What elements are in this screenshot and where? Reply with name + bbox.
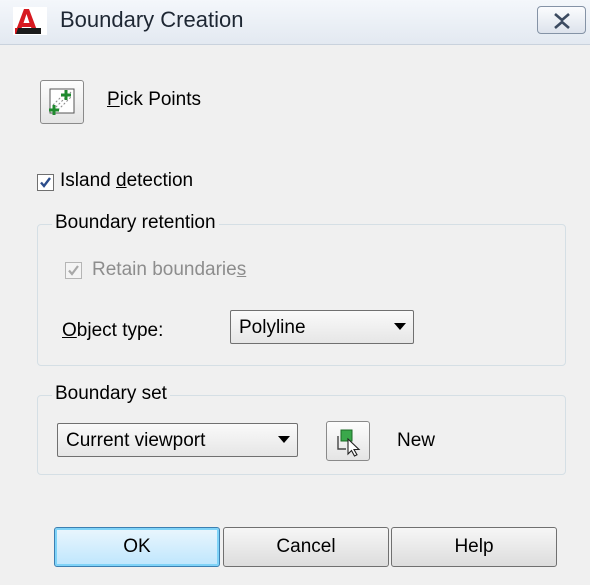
window-title: Boundary Creation: [60, 7, 244, 32]
chevron-down-icon: [278, 436, 290, 443]
close-icon: [554, 13, 570, 29]
checkmark-icon: [68, 265, 79, 276]
new-label: New: [397, 430, 436, 451]
new-selection-set-button[interactable]: [326, 421, 370, 461]
retain-boundaries-label[interactable]: Retain boundaries: [92, 259, 246, 281]
boundary-retention-title: Boundary retention: [52, 212, 219, 234]
island-detection-checkbox[interactable]: [37, 174, 54, 191]
title-bar: Boundary Creation: [0, 0, 590, 45]
cancel-button[interactable]: Cancel: [223, 527, 389, 567]
object-type-value: Polyline: [239, 317, 306, 338]
object-type-label: Object type:: [62, 320, 164, 341]
boundary-set-dropdown[interactable]: Current viewport: [57, 423, 298, 457]
select-objects-icon: [337, 429, 361, 457]
close-button[interactable]: [537, 6, 586, 34]
boundary-set-title: Boundary set: [52, 383, 170, 405]
boundary-set-value: Current viewport: [66, 430, 206, 451]
ok-button[interactable]: OK: [54, 527, 220, 567]
retain-boundaries-checkbox[interactable]: [65, 262, 82, 279]
pick-points-icon: [49, 88, 75, 115]
help-button[interactable]: Help: [391, 527, 557, 567]
object-type-dropdown[interactable]: Polyline: [230, 310, 414, 344]
island-detection-label[interactable]: Island detection: [60, 170, 193, 192]
boundary-retention-group: [37, 224, 566, 366]
pick-points-label[interactable]: Pick Points: [107, 89, 201, 111]
autocad-app-icon: [12, 6, 48, 36]
checkmark-icon: [40, 177, 51, 188]
pick-points-button[interactable]: [40, 80, 84, 124]
chevron-down-icon: [394, 323, 406, 330]
